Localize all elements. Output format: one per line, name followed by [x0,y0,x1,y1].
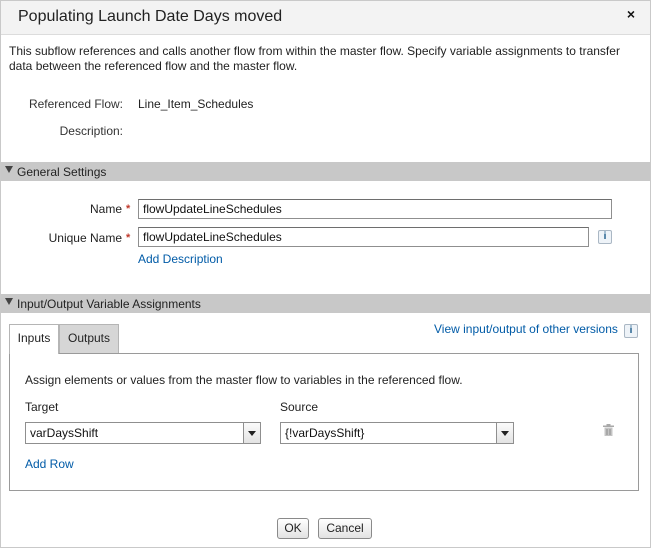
source-value[interactable]: {!varDaysShift} [280,422,497,444]
general-settings-title: General Settings [17,165,107,179]
unique-name-input[interactable] [138,227,589,247]
subflow-dialog: Populating Launch Date Days moved × This… [0,0,651,548]
dialog-titlebar: Populating Launch Date Days moved × [1,1,650,35]
cancel-button[interactable]: Cancel [318,518,372,539]
dialog-title: Populating Launch Date Days moved [18,8,283,25]
referenced-flow-label: Referenced Flow: [28,97,123,111]
tab-outputs[interactable]: Outputs [59,324,119,353]
close-icon[interactable]: × [624,7,638,21]
collapse-triangle-icon [5,166,13,173]
inputs-tab-panel: Assign elements or values from the maste… [9,353,639,491]
target-value[interactable]: varDaysShift [25,422,244,444]
source-column-header: Source [280,400,319,414]
description-label: Description: [59,124,123,138]
name-input[interactable] [138,199,612,219]
io-assignments-header[interactable]: Input/Output Variable Assignments [1,294,650,313]
io-tab-strip: Inputs Outputs [9,324,639,354]
io-assignments-title: Input/Output Variable Assignments [17,297,201,311]
target-column-header: Target [25,400,59,414]
general-settings-header[interactable]: General Settings [1,162,650,181]
intro-text: This subflow references and calls anothe… [9,44,620,73]
chevron-down-icon[interactable] [243,422,261,444]
delete-row-icon[interactable] [603,424,614,436]
collapse-triangle-icon [5,298,13,305]
name-label: Name [89,202,122,216]
add-description-link[interactable]: Add Description [138,252,223,266]
required-marker: * [126,203,131,215]
target-combobox[interactable]: varDaysShift [25,422,268,444]
required-marker: * [126,232,131,244]
source-combobox[interactable]: {!varDaysShift} [280,422,517,444]
tab-inputs[interactable]: Inputs [9,324,59,354]
unique-name-label: Unique Name [48,231,122,245]
referenced-flow-value: Line_Item_Schedules [138,97,254,111]
chevron-down-icon[interactable] [496,422,514,444]
info-icon[interactable]: i [598,230,612,244]
ok-button[interactable]: OK [277,518,309,539]
assignment-instruction: Assign elements or values from the maste… [25,373,463,387]
add-row-link[interactable]: Add Row [25,457,74,471]
